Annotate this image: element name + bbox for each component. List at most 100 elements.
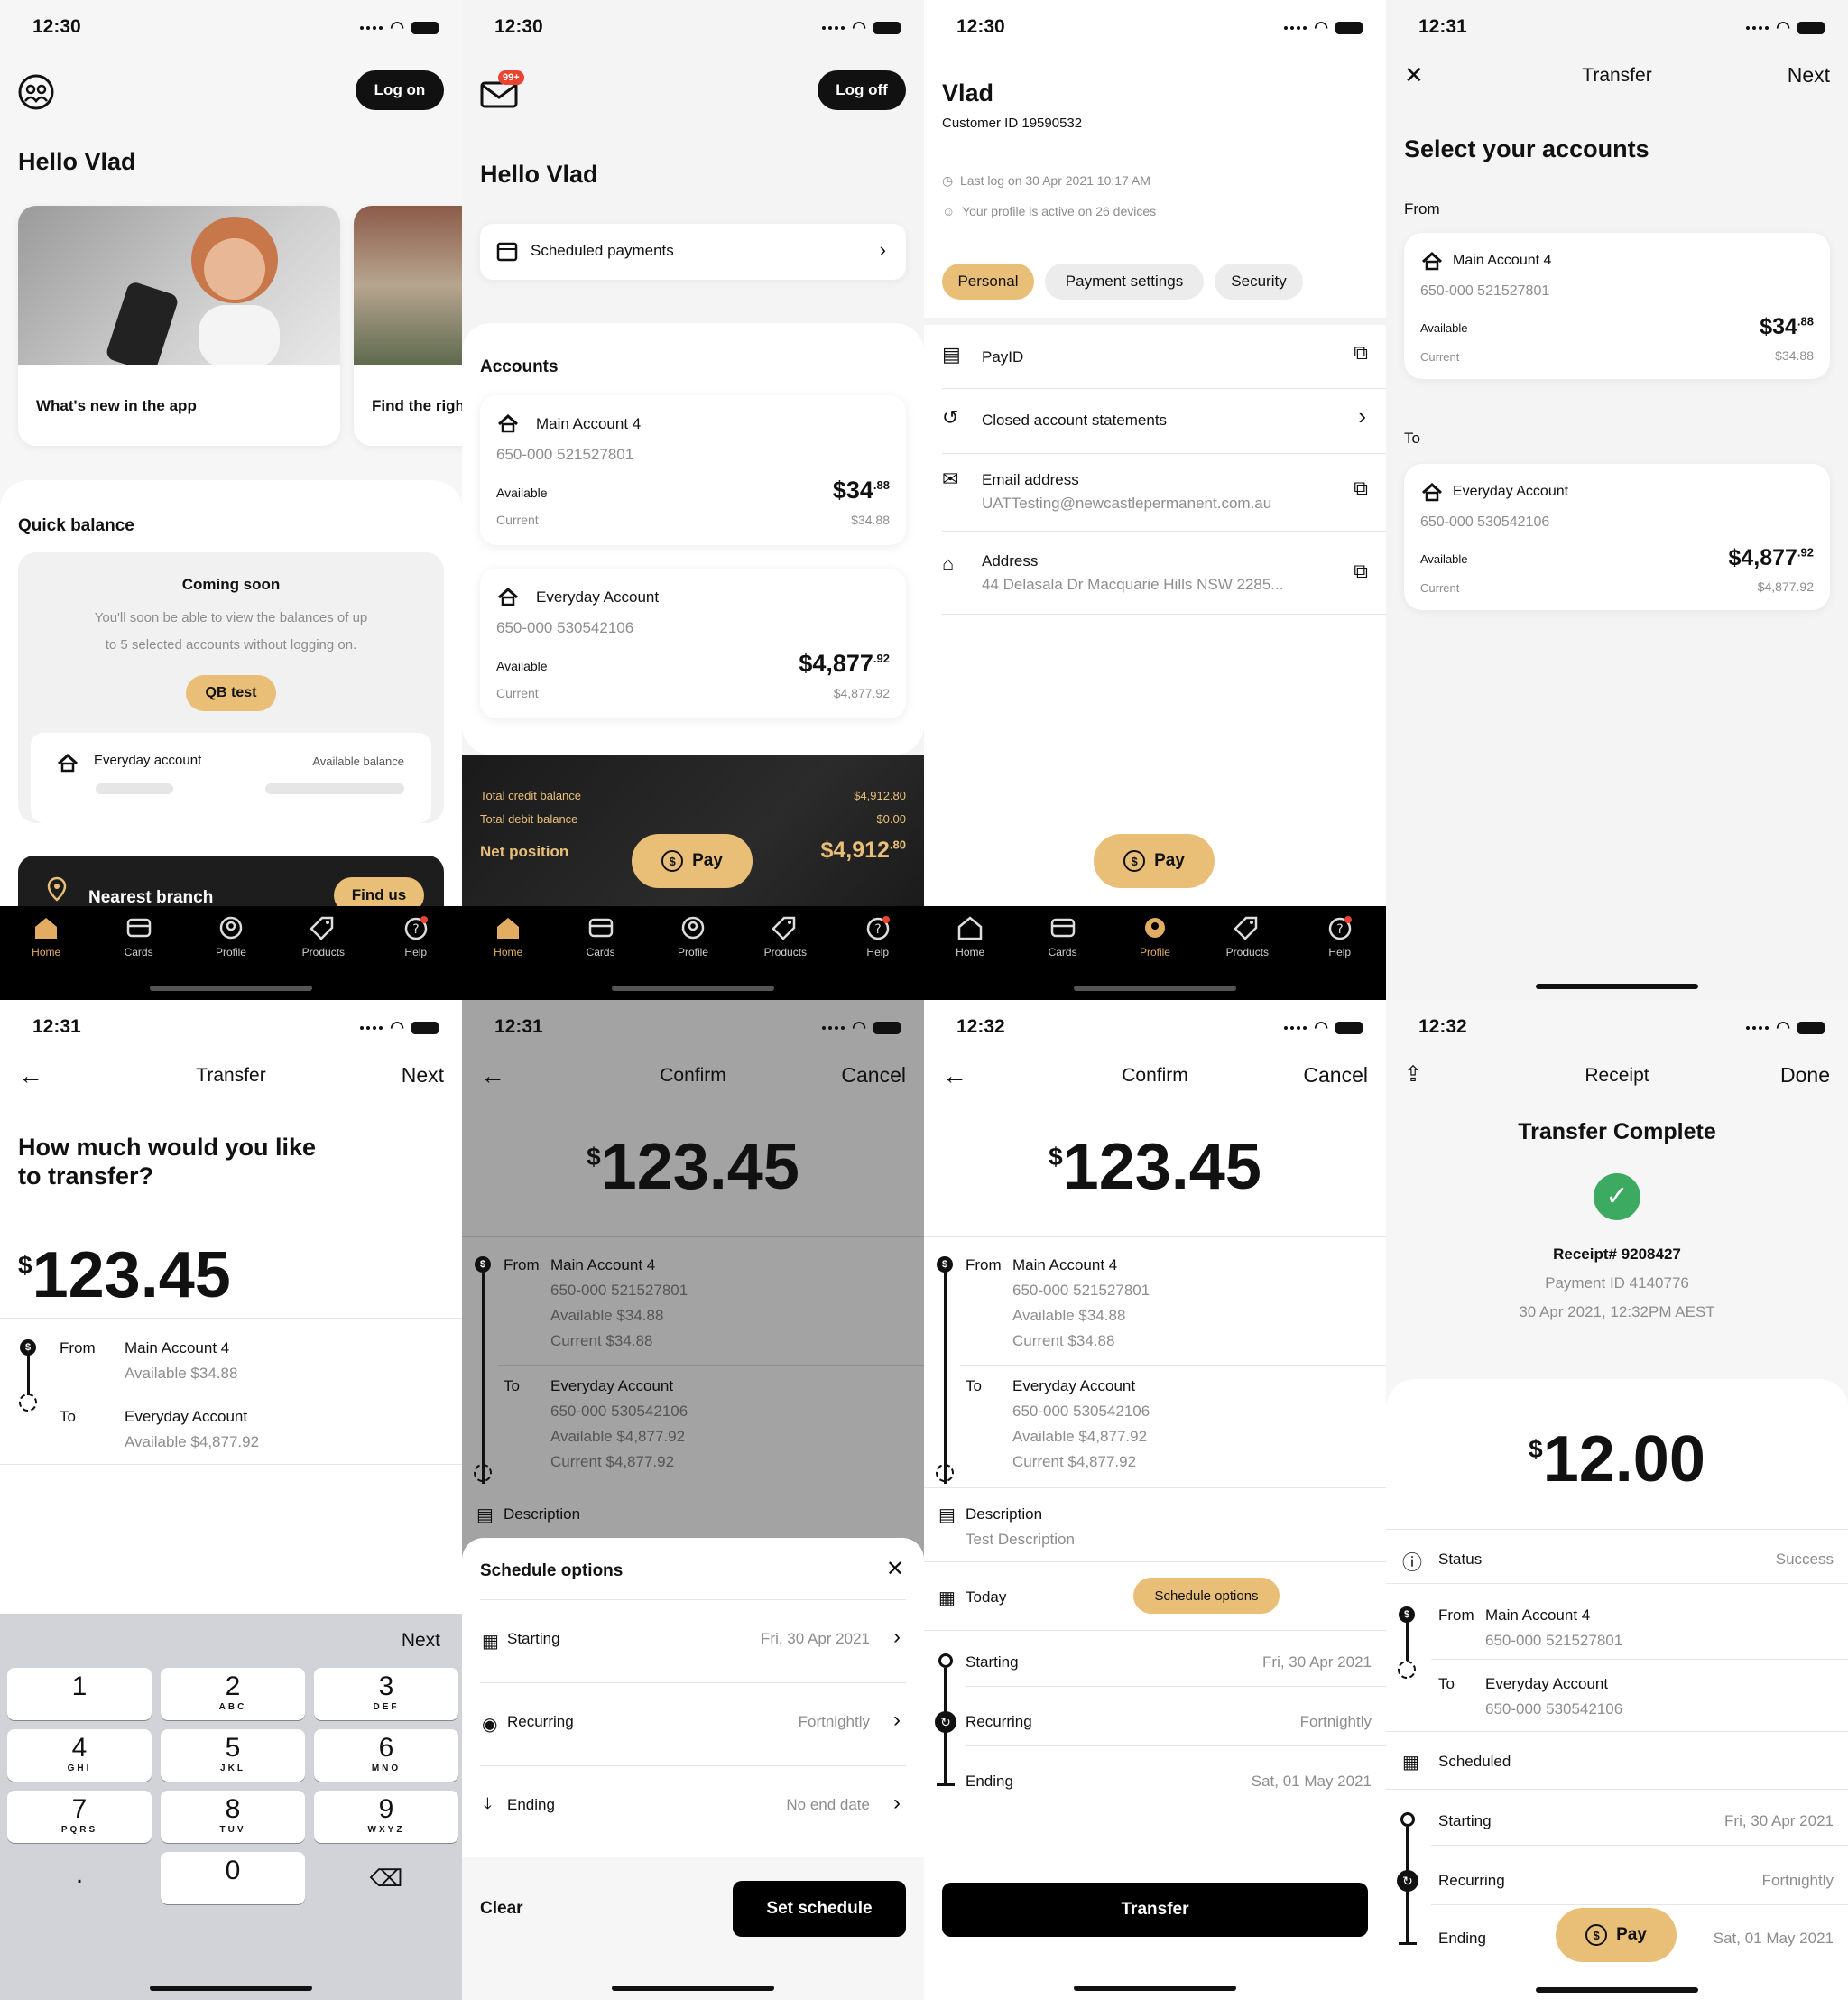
schedule-options-button[interactable]: Schedule options — [1133, 1578, 1280, 1614]
pay-button[interactable]: $ Pay — [632, 834, 753, 888]
receipt-number: Receipt# 9208427 — [1553, 1245, 1681, 1263]
amount-display[interactable]: $123.45 — [18, 1238, 231, 1312]
status-value: Success — [1775, 1551, 1834, 1568]
accounts-panel: Accounts Main Account 4 650-000 52152780… — [462, 323, 924, 755]
account-name: Everyday Account — [1453, 484, 1569, 499]
to-label: To — [966, 1377, 982, 1394]
tab-help[interactable]: ? Help — [380, 915, 452, 1000]
transfer-button[interactable]: Transfer — [942, 1883, 1368, 1937]
to-account-card[interactable]: Everyday Account 650-000 530542106 Avail… — [1404, 464, 1830, 610]
email-label: Email address — [982, 471, 1079, 488]
starting-value: Fri, 30 Apr 2021 — [1262, 1653, 1372, 1671]
current-label: Current — [496, 513, 539, 527]
end-stop-icon: ⤓ — [484, 1794, 492, 1814]
email-value: UATTesting@newcastlepermanent.com.au — [982, 495, 1272, 512]
currency-symbol: $ — [18, 1251, 32, 1279]
to-current: Current $4,877.92 — [1012, 1453, 1137, 1470]
cancel-button[interactable]: Cancel — [1303, 1063, 1368, 1088]
cards-icon — [588, 918, 613, 938]
tab-label: Home — [32, 946, 61, 958]
chip-personal[interactable]: Personal — [942, 264, 1034, 300]
tab-help[interactable]: ? Help — [1304, 915, 1376, 1000]
done-button[interactable]: Done — [1780, 1063, 1830, 1088]
calendar-icon — [496, 242, 518, 262]
backspace-icon[interactable]: ⌫ — [314, 1852, 458, 1904]
key-8[interactable]: 8 TUV — [161, 1791, 305, 1843]
pay-label: Pay — [692, 851, 723, 870]
close-icon[interactable]: ✕ — [886, 1556, 904, 1582]
divider — [924, 1630, 1386, 1631]
recurring-row[interactable]: ◉ Recurring Fortnightly › — [462, 1682, 924, 1765]
pay-label: Pay — [1154, 851, 1185, 870]
recurring-label: Recurring — [507, 1713, 574, 1730]
account-card-main[interactable]: Main Account 4 650-000 521527801 Availab… — [480, 395, 906, 545]
starting-row[interactable]: ▦ Starting Fri, 30 Apr 2021 › — [462, 1599, 924, 1682]
account-name: Main Account 4 — [1453, 253, 1552, 268]
recurring-label: Recurring — [1438, 1872, 1505, 1889]
tab-home[interactable]: Home — [472, 915, 544, 1000]
clear-button[interactable]: Clear — [480, 1899, 523, 1919]
keyboard-next-button[interactable]: Next — [402, 1630, 440, 1652]
ending-row[interactable]: ⤓ Ending No end date › — [462, 1765, 924, 1848]
key-1[interactable]: 1 — [7, 1668, 152, 1720]
key-6[interactable]: 6 MNO — [314, 1729, 458, 1782]
next-button[interactable]: Next — [1788, 63, 1830, 88]
to-current: Current $4,877.92 — [550, 1453, 675, 1470]
scheduled-payments-row[interactable]: Scheduled payments › — [480, 224, 906, 280]
active-devices: ☺ Your profile is active on 26 devices — [942, 204, 1157, 218]
key-4[interactable]: 4 GHI — [7, 1729, 152, 1782]
account-name: Everyday Account — [536, 588, 660, 606]
to-label: To — [504, 1377, 520, 1394]
account-card-everyday[interactable]: Everyday Account 650-000 530542106 Avail… — [480, 569, 906, 718]
home-indicator — [1074, 1986, 1236, 1991]
cancel-button[interactable]: Cancel — [841, 1063, 906, 1088]
payid-row[interactable]: ▤ PayID ⧉ — [924, 325, 1386, 388]
set-schedule-button[interactable]: Set schedule — [733, 1881, 906, 1937]
closed-statements-row[interactable]: ↺ Closed account statements › — [924, 388, 1386, 453]
divider — [924, 1236, 1386, 1237]
pay-button[interactable]: $ Pay — [1556, 1908, 1677, 1962]
current-label: Current — [1420, 350, 1460, 364]
key-5[interactable]: 5 JKL — [161, 1729, 305, 1782]
promo-card-find[interactable]: Find the righ — [354, 206, 462, 446]
clock-icon: ◷ — [942, 173, 954, 188]
to-label: To — [60, 1408, 76, 1425]
key-decimal[interactable]: . — [7, 1852, 152, 1904]
promo-card-whats-new[interactable]: What's new in the app — [18, 206, 340, 446]
tab-home[interactable]: Home — [10, 915, 82, 1000]
email-row[interactable]: ✉ Email address UATTesting@newcastleperm… — [924, 453, 1386, 531]
bank-icon — [1421, 482, 1443, 502]
current-balance: $4,877.92 — [833, 686, 890, 700]
from-account-name: Main Account 4 — [550, 1256, 656, 1273]
pay-button[interactable]: $ Pay — [1094, 834, 1215, 888]
to-available: Available $4,877.92 — [125, 1433, 260, 1450]
log-on-button[interactable]: Log on — [356, 70, 444, 110]
battery-icon — [411, 1021, 439, 1034]
tab-home[interactable]: Home — [934, 915, 1006, 1000]
next-button[interactable]: Next — [402, 1063, 444, 1088]
tab-help[interactable]: ? Help — [842, 915, 914, 1000]
qb-test-button[interactable]: QB test — [186, 675, 276, 711]
log-off-button[interactable]: Log off — [818, 70, 906, 110]
to-account-number: 650-000 530542106 — [1485, 1700, 1623, 1718]
tag-icon — [772, 916, 796, 940]
status-bar: 12:32 ◠ — [924, 1000, 1386, 1054]
total-credit-value: $4,912.80 — [854, 789, 906, 802]
battery-icon — [873, 21, 901, 34]
people-icon[interactable] — [18, 74, 54, 110]
key-3[interactable]: 3 DEF — [314, 1668, 458, 1720]
from-account-card[interactable]: Main Account 4 650-000 521527801 Availab… — [1404, 233, 1830, 379]
key-7[interactable]: 7 PQRS — [7, 1791, 152, 1843]
key-2[interactable]: 2 ABC — [161, 1668, 305, 1720]
pay-label: Pay — [1616, 1925, 1647, 1944]
chip-security[interactable]: Security — [1215, 264, 1303, 300]
chip-payment-settings[interactable]: Payment settings — [1045, 264, 1204, 300]
home-icon — [497, 918, 520, 939]
battery-icon — [1335, 1021, 1363, 1034]
from-account-name: Main Account 4 — [1485, 1606, 1591, 1624]
tab-label: Products — [1225, 946, 1270, 958]
address-row[interactable]: ⌂ Address 44 Delasala Dr Macquarie Hills… — [924, 531, 1386, 614]
wifi-icon: ◠ — [852, 1018, 866, 1036]
key-9[interactable]: 9 WXYZ — [314, 1791, 458, 1843]
key-0[interactable]: 0 — [161, 1852, 305, 1904]
